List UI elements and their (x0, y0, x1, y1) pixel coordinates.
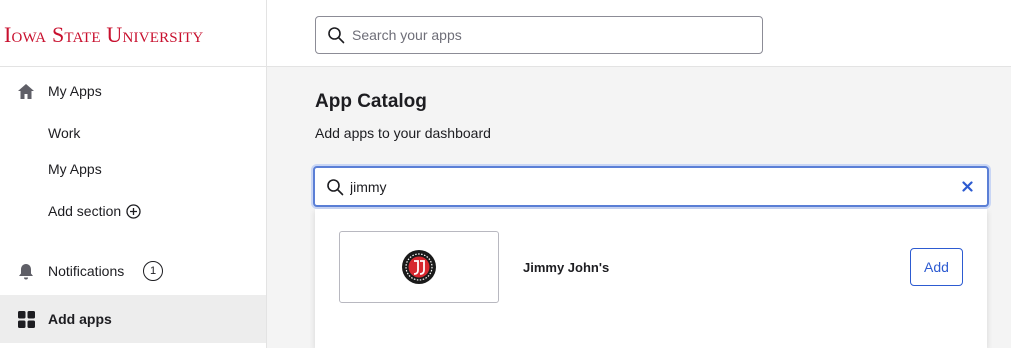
close-icon (961, 180, 973, 192)
list-item[interactable]: Jimmy John's Add (315, 209, 987, 303)
app-search-box[interactable] (315, 16, 763, 54)
sidebar-section-my-apps[interactable]: My Apps (48, 161, 102, 177)
page-title: App Catalog (315, 91, 427, 112)
top-bar (267, 0, 1011, 67)
search-your-apps-input[interactable] (352, 17, 752, 53)
sidebar-item-my-apps[interactable]: My Apps (0, 80, 266, 102)
page-subtitle: Add apps to your dashboard (315, 125, 491, 141)
sidebar-section-work[interactable]: Work (48, 125, 80, 141)
jimmy-johns-logo-icon (402, 250, 436, 284)
search-icon (326, 178, 344, 201)
add-section-label: Add section (48, 203, 122, 219)
search-icon (327, 26, 345, 49)
main-content: App Catalog Add apps to your dashboard J… (267, 67, 1011, 348)
catalog-search-input[interactable] (350, 168, 940, 205)
add-section-button[interactable]: Add section (48, 203, 141, 219)
sidebar: Iowa State University My Apps Work My Ap… (0, 0, 267, 348)
sidebar-item-label: Add apps (48, 311, 112, 327)
add-app-button[interactable]: Add (910, 248, 963, 286)
clear-search-button[interactable] (959, 178, 975, 194)
bell-icon (17, 262, 35, 280)
university-logo[interactable]: Iowa State University (4, 22, 203, 48)
sidebar-item-notifications[interactable]: Notifications 1 (0, 260, 266, 282)
logo-area: Iowa State University (0, 0, 266, 67)
app-name[interactable]: Jimmy John's (523, 260, 609, 275)
plus-circle-icon (126, 203, 141, 219)
notification-count-badge: 1 (143, 261, 163, 281)
home-icon (17, 82, 35, 100)
search-results-panel: Jimmy John's Add (315, 209, 987, 348)
sidebar-item-add-apps[interactable]: Add apps (0, 295, 266, 343)
catalog-search-box[interactable] (313, 166, 989, 207)
sidebar-item-label: My Apps (48, 83, 102, 99)
grid-icon (17, 310, 35, 328)
app-logo-tile[interactable] (339, 231, 499, 303)
sidebar-item-label: Notifications (48, 263, 125, 279)
